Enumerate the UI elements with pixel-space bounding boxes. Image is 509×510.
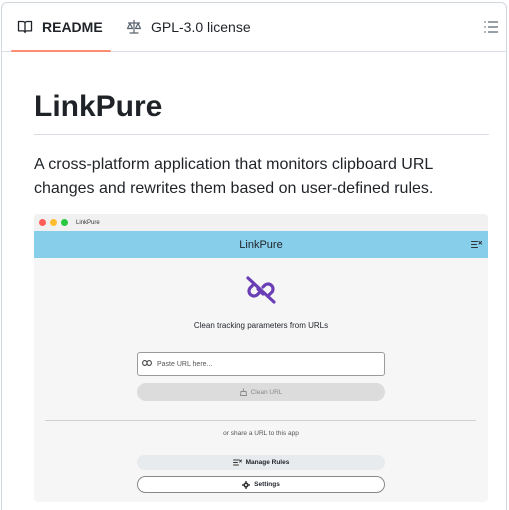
readme-title: LinkPure: [34, 89, 489, 135]
book-icon: [17, 19, 33, 35]
rules-icon: [471, 240, 482, 252]
app-body: Clean tracking parameters from URLs Past…: [34, 258, 488, 502]
settings-label: Settings: [254, 481, 280, 488]
gear-icon: [242, 480, 251, 489]
tab-license-label: GPL-3.0 license: [151, 19, 251, 35]
tab-readme[interactable]: README: [11, 3, 111, 52]
tab-bar: README GPL-3.0 license: [2, 3, 506, 52]
tagline: Clean tracking parameters from URLs: [193, 321, 329, 330]
law-icon: [126, 19, 142, 35]
tab-readme-label: README: [42, 19, 103, 35]
clean-url-button[interactable]: Clean URL: [137, 383, 385, 401]
zoom-light-icon: [61, 219, 68, 226]
broken-link-icon: [244, 275, 278, 310]
manage-rules-label: Manage Rules: [245, 459, 290, 466]
broom-icon: [239, 388, 247, 396]
window-titlebar: LinkPure: [34, 214, 488, 231]
tab-license[interactable]: GPL-3.0 license: [126, 3, 251, 51]
rules-icon: [232, 459, 242, 466]
app-bar-title: LinkPure: [239, 238, 283, 251]
readme-content: LinkPure A cross-platform application th…: [34, 52, 489, 201]
close-light-icon: [39, 219, 46, 226]
minimize-light-icon: [50, 219, 57, 226]
manage-rules-button[interactable]: Manage Rules: [137, 455, 385, 470]
settings-button[interactable]: Settings: [137, 476, 385, 493]
link-icon: [142, 360, 152, 368]
url-input[interactable]: Paste URL here...: [137, 352, 385, 376]
app-screenshot: LinkPure LinkPure Clean tracking paramet…: [34, 214, 488, 502]
window-title: LinkPure: [76, 219, 100, 226]
readme-description: A cross-platform application that monito…: [34, 156, 434, 197]
url-input-placeholder: Paste URL here...: [157, 360, 213, 368]
clean-url-label: Clean URL: [250, 388, 283, 396]
app-bar: LinkPure: [34, 231, 488, 258]
list-unordered-icon[interactable]: [483, 19, 499, 35]
share-text: or share a URL to this app: [223, 430, 299, 437]
divider: [45, 420, 476, 421]
